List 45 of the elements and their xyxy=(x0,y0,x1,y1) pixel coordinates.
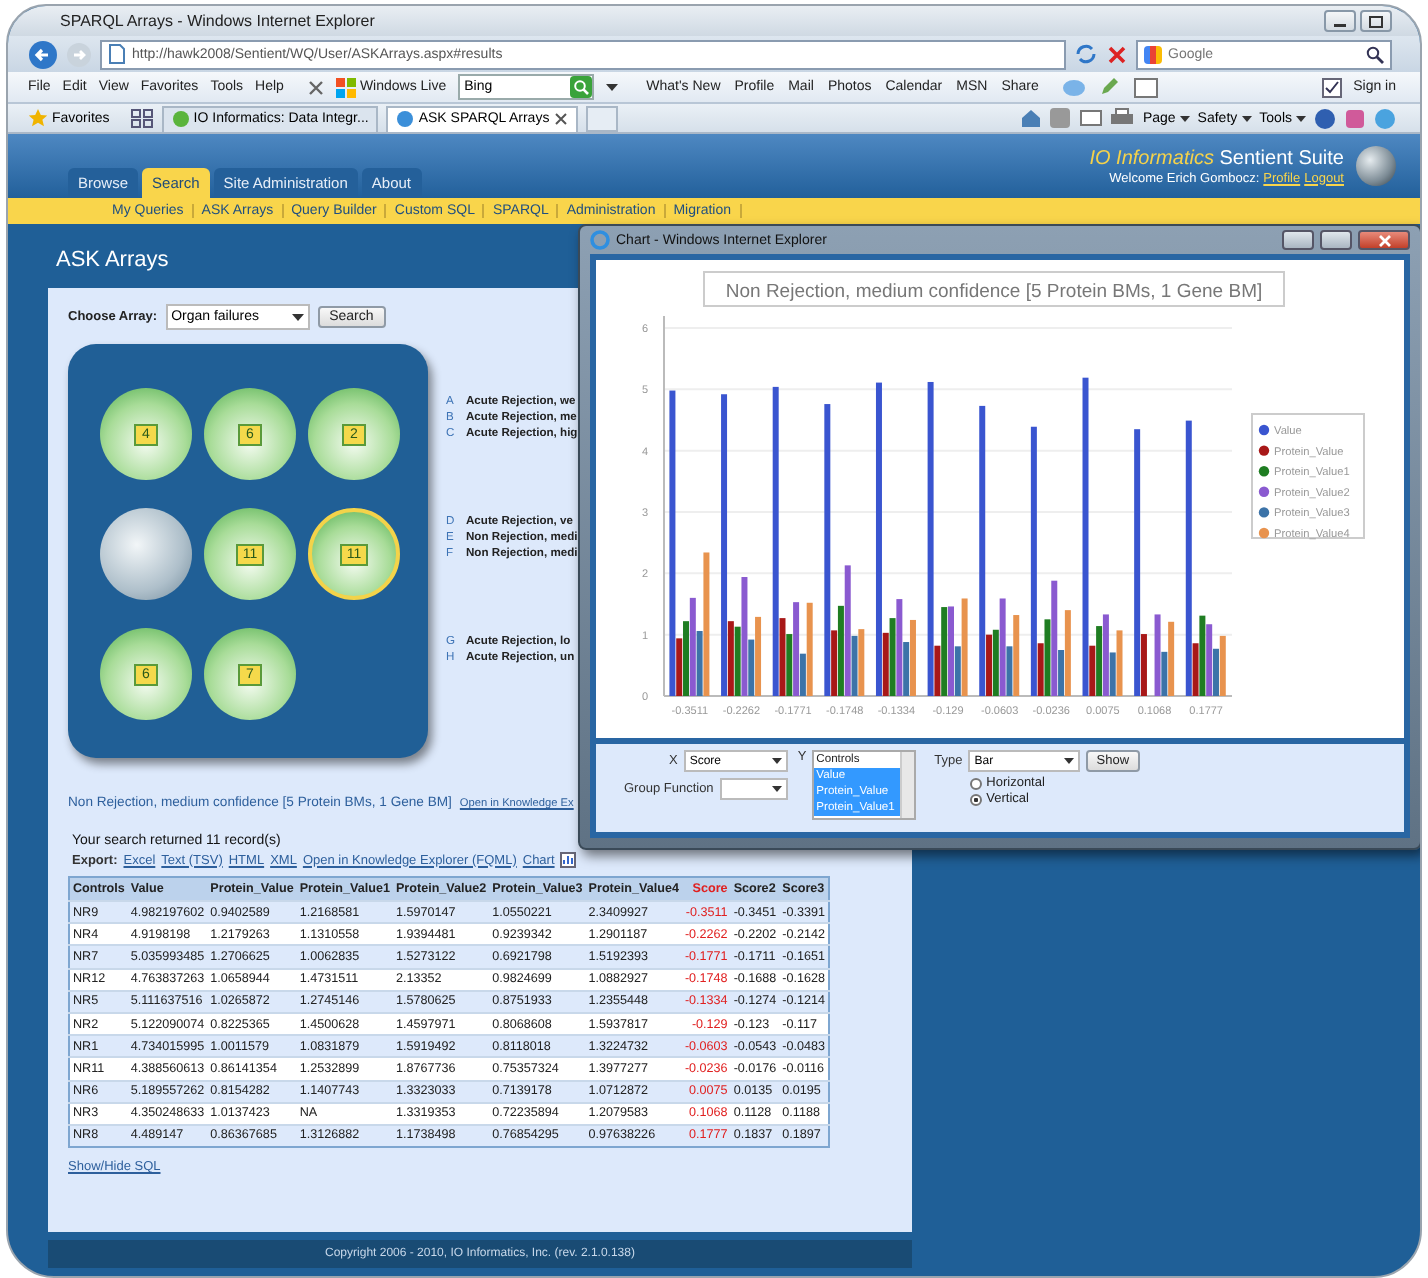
maximize-button[interactable] xyxy=(1320,230,1352,250)
close-button[interactable] xyxy=(1358,230,1410,250)
caret-icon xyxy=(1064,758,1075,764)
app-title: IO Informatics Sentient Suite xyxy=(1089,147,1344,169)
group-function-dropdown[interactable] xyxy=(719,778,788,800)
minimize-button[interactable] xyxy=(1282,230,1314,250)
chart-title: Non Rejection, medium confidence [5 Protein BMs, 1 Gene BM] xyxy=(703,271,1285,307)
window-icon[interactable] xyxy=(1134,77,1159,97)
scrollbar[interactable] xyxy=(900,752,915,818)
home-icon[interactable] xyxy=(1020,108,1043,128)
star-icon xyxy=(28,108,48,128)
close-icon xyxy=(1377,233,1391,247)
search-icon xyxy=(570,76,593,98)
printer-icon[interactable] xyxy=(1110,108,1135,128)
maximize-icon xyxy=(1368,15,1384,27)
flag-icon xyxy=(335,77,356,97)
caret-icon xyxy=(291,314,304,322)
caret-icon xyxy=(1179,115,1190,121)
radio-button[interactable] xyxy=(970,777,983,789)
close-icon xyxy=(553,112,568,126)
back-button[interactable] xyxy=(28,39,58,69)
caret-icon xyxy=(606,83,619,91)
caret-icon xyxy=(771,786,782,792)
array-well[interactable] xyxy=(100,508,192,600)
radio-button[interactable] xyxy=(970,793,983,805)
minimize-button[interactable] xyxy=(1324,10,1356,32)
mail-icon[interactable] xyxy=(1080,108,1103,128)
logo-icon xyxy=(1356,146,1396,186)
close-icon[interactable] xyxy=(307,79,324,95)
stop-button[interactable] xyxy=(1106,43,1128,65)
caret-icon xyxy=(1296,115,1306,121)
pencil-icon[interactable] xyxy=(1098,76,1123,98)
checkbox-icon[interactable] xyxy=(1321,77,1342,97)
chart-icon xyxy=(560,852,577,868)
caret-icon xyxy=(771,758,782,764)
caret-icon xyxy=(1241,115,1252,121)
page-title: ASK Arrays xyxy=(56,248,169,272)
chart-title: Non Rejection, medium confidence [5 Protein BMs, 1 Gene BM] xyxy=(725,281,1263,303)
grid-icon[interactable] xyxy=(129,108,154,128)
maximize-button[interactable] xyxy=(1360,10,1392,32)
window-title: SPARQL Arrays - Windows Internet Explorer xyxy=(60,12,375,30)
google-icon xyxy=(1144,45,1162,63)
refresh-button[interactable] xyxy=(1074,42,1098,66)
search-icon xyxy=(1366,45,1384,63)
legend-frame xyxy=(1251,413,1365,539)
